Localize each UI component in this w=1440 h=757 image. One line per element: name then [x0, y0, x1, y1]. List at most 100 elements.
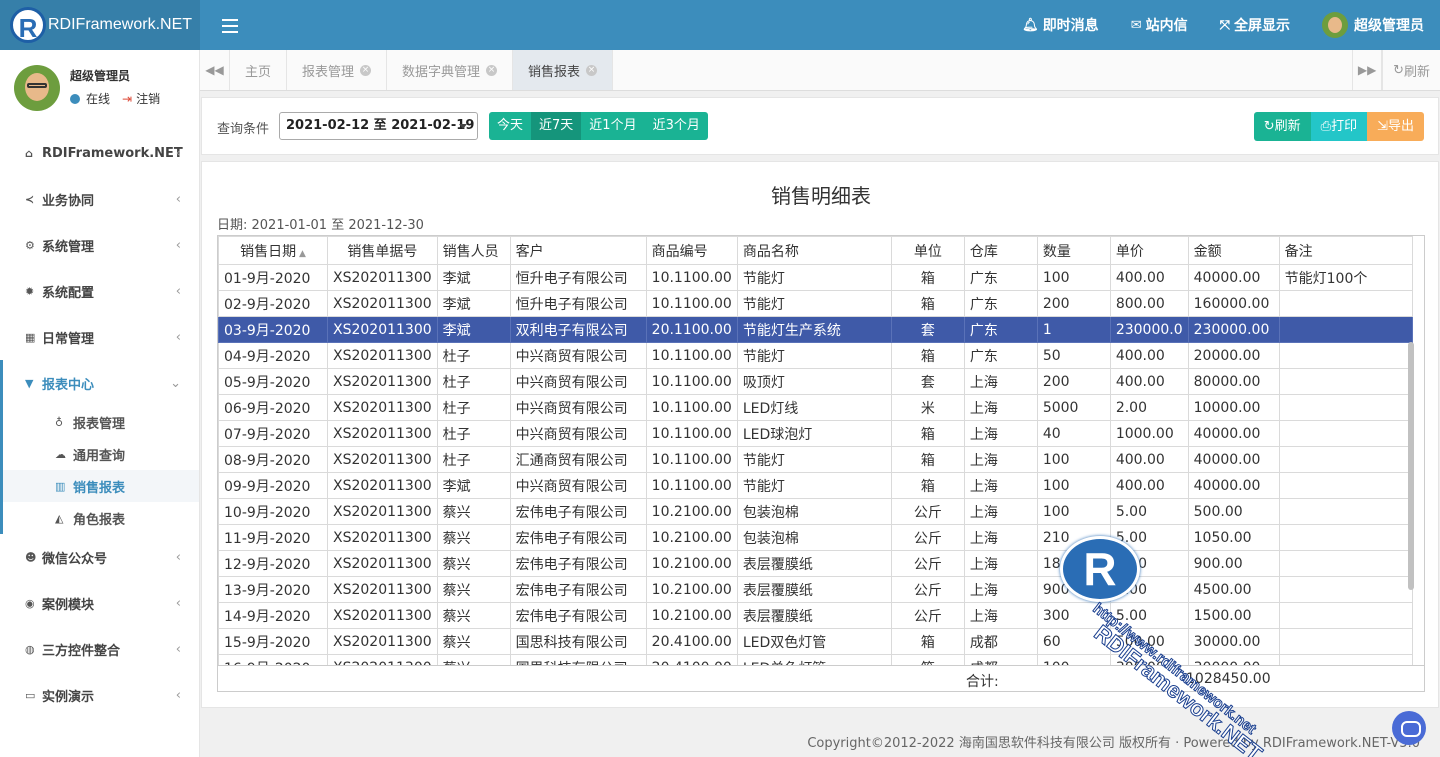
- close-icon[interactable]: ×: [360, 64, 372, 76]
- table-row[interactable]: 11-9月-2020 XS202011300 蔡兴 宏伟电子有限公司 10.2100.0…: [218, 524, 1413, 551]
- sidebar-item-system-config[interactable]: ✹ 系统配置 ‹: [0, 268, 199, 314]
- column-header[interactable]: 备注: [1278, 236, 1413, 265]
- close-icon[interactable]: ×: [486, 64, 498, 76]
- bar-chart-icon: ▥: [55, 479, 66, 493]
- sidebar-subitem-sales-report[interactable]: ▥ 销售报表: [3, 470, 199, 502]
- table-cell: 宏伟电子有限公司: [509, 576, 647, 603]
- tab-sales-report[interactable]: 销售报表 ×: [513, 50, 614, 90]
- tab-tools: ▶▶ ↻ 刷新: [1352, 50, 1440, 90]
- logout-link[interactable]: 注销: [136, 90, 160, 107]
- sidebar-item-third-party[interactable]: ◍ 三方控件整合 ‹: [0, 626, 199, 672]
- sidebar-item-demo[interactable]: ▭ 实例演示 ‹: [0, 672, 199, 718]
- table-cell: 10000.00: [1187, 394, 1280, 421]
- sidebar-item-daily[interactable]: ▦ 日常管理 ‹: [0, 314, 199, 360]
- sidebar-item-wechat[interactable]: ☻ 微信公众号 ‹: [0, 534, 199, 580]
- table-cell: 箱: [890, 446, 965, 473]
- chat-icon[interactable]: [1392, 711, 1426, 745]
- fullscreen-icon: ⤧: [1219, 17, 1230, 33]
- tab-scroll-left-icon[interactable]: ◀◀: [200, 50, 230, 90]
- table-row[interactable]: 07-9月-2020 XS202011300 杜子 中兴商贸有限公司 10.1100.0…: [218, 420, 1413, 447]
- sidebar-item-system-management[interactable]: ⚙ 系统管理 ‹: [0, 222, 199, 268]
- sidebar-subitem-report-management[interactable]: ♁ 报表管理: [3, 406, 199, 438]
- table-row[interactable]: 05-9月-2020 XS202011300 杜子 中兴商贸有限公司 10.1100.0…: [218, 368, 1413, 395]
- table-cell: LED灯线: [736, 394, 892, 421]
- table-cell: 公斤: [890, 550, 965, 577]
- table-cell: 箱: [890, 472, 965, 499]
- export-button[interactable]: ⇲导出: [1367, 112, 1424, 141]
- table-row[interactable]: 13-9月-2020 XS202011300 蔡兴 宏伟电子有限公司 10.2100.0…: [218, 576, 1413, 603]
- refresh-icon: ↻: [1263, 119, 1275, 134]
- sidebar-subitem-general-query[interactable]: ☁ 通用查询: [3, 438, 199, 470]
- column-header[interactable]: 单位: [890, 236, 965, 265]
- table-cell: 广东: [963, 342, 1038, 369]
- refresh-button[interactable]: ↻刷新: [1253, 112, 1311, 141]
- column-header[interactable]: 仓库: [963, 236, 1038, 265]
- table-cell: [1278, 576, 1413, 603]
- tab-label: 报表管理: [302, 64, 355, 80]
- table-cell: [1278, 524, 1413, 551]
- column-header[interactable]: 客户: [509, 236, 647, 265]
- nav-instant-message[interactable]: 🔔︎ 即时消息: [1006, 15, 1115, 35]
- header-user-menu[interactable]: 超级管理员: [1306, 12, 1440, 38]
- date-range-select[interactable]: 2021-02-12 至 2021-02-19: [279, 112, 478, 140]
- column-header[interactable]: 金额: [1187, 236, 1280, 265]
- close-icon[interactable]: ×: [586, 64, 598, 76]
- share-icon: ≺: [25, 192, 35, 206]
- tab-refresh-button[interactable]: ↻ 刷新: [1382, 50, 1440, 90]
- brand[interactable]: R RDIFramework.NET: [0, 0, 200, 50]
- table-row[interactable]: 04-9月-2020 XS202011300 杜子 中兴商贸有限公司 10.1100.0…: [218, 342, 1413, 369]
- action-buttons: ↻刷新 ⎙打印 ⇲导出: [1253, 112, 1424, 141]
- nav-fullscreen[interactable]: ⤧ 全屏显示: [1204, 15, 1306, 35]
- table-cell: 箱: [890, 628, 965, 655]
- quick-1month-button[interactable]: 近1个月: [581, 112, 645, 140]
- table-row[interactable]: 01-9月-2020 XS202011300 李斌 恒升电子有限公司 10.1100.0…: [218, 264, 1413, 291]
- column-header[interactable]: 商品名称: [736, 236, 892, 265]
- column-header-label: 仓库: [969, 243, 998, 260]
- tab-label: 主页: [245, 64, 272, 80]
- table-cell: 100: [1036, 264, 1111, 291]
- table-row[interactable]: 09-9月-2020 XS202011300 李斌 中兴商贸有限公司 10.1100.0…: [218, 472, 1413, 499]
- table-cell: 40000.00: [1187, 472, 1280, 499]
- sidebar-item-report-center[interactable]: ▼ 报表中心 ⌄: [0, 360, 199, 406]
- table-row[interactable]: 15-9月-2020 XS202011300 蔡兴 国思科技有限公司 20.4100.0…: [218, 628, 1413, 655]
- quick-3months-button[interactable]: 近3个月: [644, 112, 708, 140]
- table-cell: 蔡兴: [436, 602, 511, 629]
- table-row[interactable]: 06-9月-2020 XS202011300 杜子 中兴商贸有限公司 10.1100.0…: [218, 394, 1413, 421]
- sort-icon[interactable]: ▲: [296, 249, 306, 259]
- table-cell: [1278, 368, 1413, 395]
- table-cell: 10.2100.00: [645, 498, 738, 525]
- table-row[interactable]: 10-9月-2020 XS202011300 蔡兴 宏伟电子有限公司 10.2100.0…: [218, 498, 1413, 525]
- column-header[interactable]: 单价: [1109, 236, 1189, 265]
- sidebar-item-cases[interactable]: ◉ 案例模块 ‹: [0, 580, 199, 626]
- table-row[interactable]: 12-9月-2020 XS202011300 蔡兴 宏伟电子有限公司 10.2100.0…: [218, 550, 1413, 577]
- table-row[interactable]: 08-9月-2020 XS202011300 杜子 汇通商贸有限公司 10.1100.0…: [218, 446, 1413, 473]
- print-button[interactable]: ⎙打印: [1310, 112, 1368, 141]
- column-header[interactable]: 商品编号: [645, 236, 738, 265]
- tab-data-dictionary[interactable]: 数据字典管理 ×: [387, 50, 514, 90]
- table-cell: [1278, 472, 1413, 499]
- table-row[interactable]: 03-9月-2020 XS202011300 李斌 双利电子有限公司 20.1100.0…: [218, 316, 1413, 343]
- tab-report-management[interactable]: 报表管理 ×: [287, 50, 388, 90]
- table-cell: 1050.00: [1187, 524, 1280, 551]
- tab-label: 销售报表: [528, 64, 581, 80]
- tab-home[interactable]: 主页: [230, 50, 288, 90]
- tab-scroll-right-icon[interactable]: ▶▶: [1352, 50, 1383, 90]
- nav-station-mail[interactable]: ✉ 站内信: [1115, 15, 1204, 35]
- table-cell: XS202011300: [327, 368, 438, 395]
- table-scrollbar[interactable]: [1408, 342, 1414, 590]
- table-cell: 蔡兴: [436, 550, 511, 577]
- sidebar-subitem-role-report[interactable]: ◭ 角色报表: [3, 502, 199, 534]
- quick-7days-button[interactable]: 近7天: [531, 112, 582, 140]
- table-row[interactable]: 02-9月-2020 XS202011300 李斌 恒升电子有限公司 10.1100.0…: [218, 290, 1413, 317]
- table-row[interactable]: 14-9月-2020 XS202011300 蔡兴 宏伟电子有限公司 10.2100.0…: [218, 602, 1413, 629]
- column-header[interactable]: 销售人员: [436, 236, 511, 265]
- sidebar-item-business[interactable]: ≺ 业务协同 ‹: [0, 176, 199, 222]
- column-header[interactable]: 销售单据号: [327, 236, 438, 265]
- sidebar-toggle-icon[interactable]: [222, 15, 238, 35]
- column-header[interactable]: 销售日期 ▲: [218, 236, 328, 265]
- quick-today-button[interactable]: 今天: [489, 112, 532, 140]
- column-header[interactable]: 数量: [1036, 236, 1111, 265]
- chevron-left-icon: ‹: [175, 549, 181, 565]
- sidebar-item-rdiframework[interactable]: ⌂ RDIFramework.NET ‹: [0, 130, 199, 176]
- table-cell: 09-9月-2020: [218, 472, 328, 499]
